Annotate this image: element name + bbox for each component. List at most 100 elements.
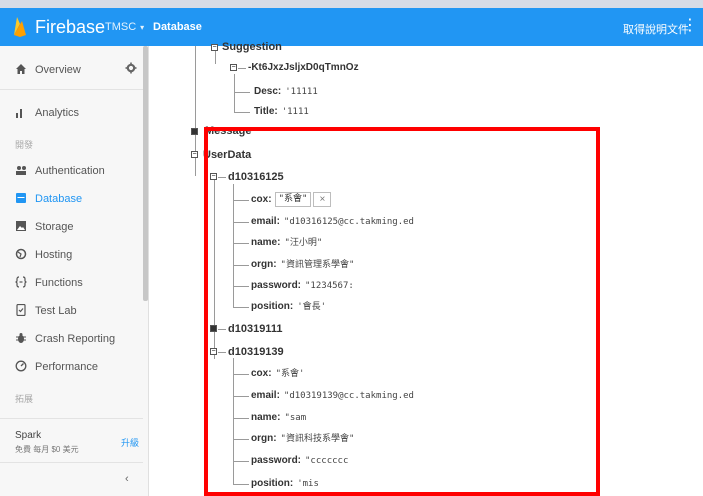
- tree-node-message[interactable]: Message: [205, 124, 251, 138]
- sidebar-item-functions[interactable]: Functions: [0, 273, 143, 295]
- people-icon: [15, 164, 27, 178]
- field-key: orgn:: [251, 259, 277, 270]
- tree-node-suggestion-id[interactable]: -Kt6JxzJsljxD0qTmnOz: [248, 61, 359, 75]
- collapse-toggle[interactable]: −: [230, 64, 237, 71]
- field-value: "系會': [275, 369, 305, 379]
- field-title[interactable]: Title: '1111: [254, 105, 309, 119]
- sidebar-item-crash-reporting[interactable]: Crash Reporting: [0, 329, 143, 351]
- close-icon[interactable]: ×: [313, 192, 332, 207]
- field-name[interactable]: name: "sam: [251, 411, 306, 425]
- braces-icon: [15, 276, 27, 290]
- sidebar-item-label: Storage: [35, 221, 74, 233]
- sidebar-item-label: Test Lab: [35, 305, 77, 317]
- field-cox[interactable]: cox: "系會': [251, 367, 304, 381]
- field-position[interactable]: position:'mis: [251, 477, 319, 491]
- collapse-toggle[interactable]: −: [211, 44, 218, 51]
- collapse-toggle[interactable]: −: [210, 173, 217, 180]
- field-password[interactable]: password: "ccccccc: [251, 454, 348, 468]
- firebase-console: Firebase TMSC ▾ Database 取得說明文件 ⋮ Overvie…: [0, 0, 703, 496]
- sidebar-item-overview[interactable]: Overview: [0, 60, 143, 82]
- tree-node-user-d10319139[interactable]: d10319139: [228, 345, 284, 359]
- field-key: Title:: [254, 106, 278, 117]
- field-value: 'mis: [297, 479, 319, 489]
- field-orgn[interactable]: orgn: "資訊管理系學會": [251, 258, 354, 272]
- value-edit-input[interactable]: "系會": [274, 192, 312, 207]
- sidebar-item-label: Crash Reporting: [35, 333, 116, 345]
- expand-toggle[interactable]: [210, 325, 217, 332]
- field-cox-editing[interactable]: cox: "系會" ×: [251, 192, 332, 207]
- field-key: cox:: [251, 368, 272, 379]
- field-value: '11111: [285, 87, 318, 97]
- tree-node-user-d10316125[interactable]: d10316125: [228, 170, 284, 184]
- sidebar-item-label: Analytics: [35, 107, 80, 119]
- expand-toggle[interactable]: [191, 128, 198, 135]
- top-app-bar: Firebase TMSC ▾ Database 取得說明文件 ⋮: [0, 8, 703, 46]
- section-label-develop: 開發: [15, 140, 34, 150]
- tree-guide-line: [233, 307, 249, 308]
- sidebar-item-performance[interactable]: Performance: [0, 357, 143, 379]
- tree-guide-line: [218, 352, 226, 353]
- tree-guide-line: [233, 265, 249, 266]
- breadcrumb-database: Database: [153, 21, 202, 33]
- field-password[interactable]: password: "1234567:: [251, 279, 354, 293]
- tree-guide-line: [233, 222, 249, 223]
- sidebar-item-label: Database: [35, 193, 83, 205]
- field-name[interactable]: name: "汪小明": [251, 236, 322, 250]
- collapse-toggle[interactable]: −: [191, 151, 198, 158]
- sidebar-scrollbar[interactable]: [143, 46, 148, 301]
- sidebar-item-analytics[interactable]: Analytics: [0, 103, 143, 125]
- field-value: "d10319139@cc.takming.ed: [283, 391, 414, 401]
- field-value: "1234567:: [305, 281, 354, 291]
- field-key: password:: [251, 280, 302, 291]
- field-key: position:: [251, 301, 294, 312]
- field-key: cox:: [251, 194, 272, 206]
- more-vert-icon[interactable]: ⋮: [682, 18, 698, 34]
- field-desc[interactable]: Desc: '11111: [254, 85, 318, 99]
- sidebar-item-storage[interactable]: Storage: [0, 217, 143, 239]
- gear-icon[interactable]: [125, 62, 137, 77]
- sidebar-item-label: Overview: [35, 64, 81, 76]
- project-selector[interactable]: TMSC ▾: [105, 21, 144, 33]
- speedometer-icon: [15, 360, 27, 374]
- collapse-sidebar-icon[interactable]: ‹: [125, 473, 129, 485]
- field-key: Desc:: [254, 86, 282, 97]
- field-orgn[interactable]: orgn: "資訊科技系學會": [251, 432, 354, 446]
- field-value: '1111: [281, 107, 309, 117]
- field-email[interactable]: email: "d10319139@cc.takming.ed: [251, 389, 414, 403]
- brand-name[interactable]: Firebase: [35, 17, 105, 38]
- field-key: email:: [251, 216, 280, 227]
- tree-node-user-d10319111[interactable]: d10319111: [228, 322, 282, 336]
- sidebar-item-database[interactable]: Database: [0, 189, 143, 211]
- firebase-logo-icon: [14, 17, 26, 37]
- field-key: orgn:: [251, 433, 277, 444]
- tree-guide-line: [233, 184, 234, 307]
- upgrade-button[interactable]: 升級: [121, 436, 139, 449]
- sidebar-item-hosting[interactable]: Hosting: [0, 245, 143, 267]
- tree-guide-line: [234, 112, 250, 113]
- tree-guide-line: [238, 68, 246, 69]
- field-email[interactable]: email: "d10316125@cc.takming.ed: [251, 215, 414, 229]
- tree-guide-line: [234, 74, 235, 113]
- sidebar-item-label: Functions: [35, 277, 83, 289]
- docs-link[interactable]: 取得說明文件: [623, 21, 689, 37]
- globe-icon: [15, 248, 27, 262]
- chevron-down-icon: ▾: [140, 23, 145, 32]
- tree-guide-line: [233, 418, 249, 419]
- home-icon: [15, 63, 27, 77]
- field-position[interactable]: position: '會長': [251, 300, 326, 314]
- sidebar-item-label: Authentication: [35, 165, 105, 177]
- sidebar-item-test-lab[interactable]: Test Lab: [0, 301, 143, 323]
- collapse-toggle[interactable]: −: [210, 348, 217, 355]
- sidebar-divider: [0, 89, 143, 90]
- image-icon: [15, 220, 27, 234]
- field-value: "sam: [284, 413, 307, 423]
- tree-guide-line: [233, 374, 249, 375]
- tree-node-suggestion[interactable]: Suggestion: [222, 40, 282, 54]
- section-label-grow: 拓展: [15, 394, 34, 404]
- tree-node-userdata[interactable]: UserData: [203, 148, 251, 162]
- field-key: email:: [251, 390, 280, 401]
- window-top-strip: [0, 0, 703, 8]
- plan-name: Spark: [15, 430, 42, 441]
- tree-guide-line: [233, 439, 249, 440]
- sidebar-item-authentication[interactable]: Authentication: [0, 161, 143, 183]
